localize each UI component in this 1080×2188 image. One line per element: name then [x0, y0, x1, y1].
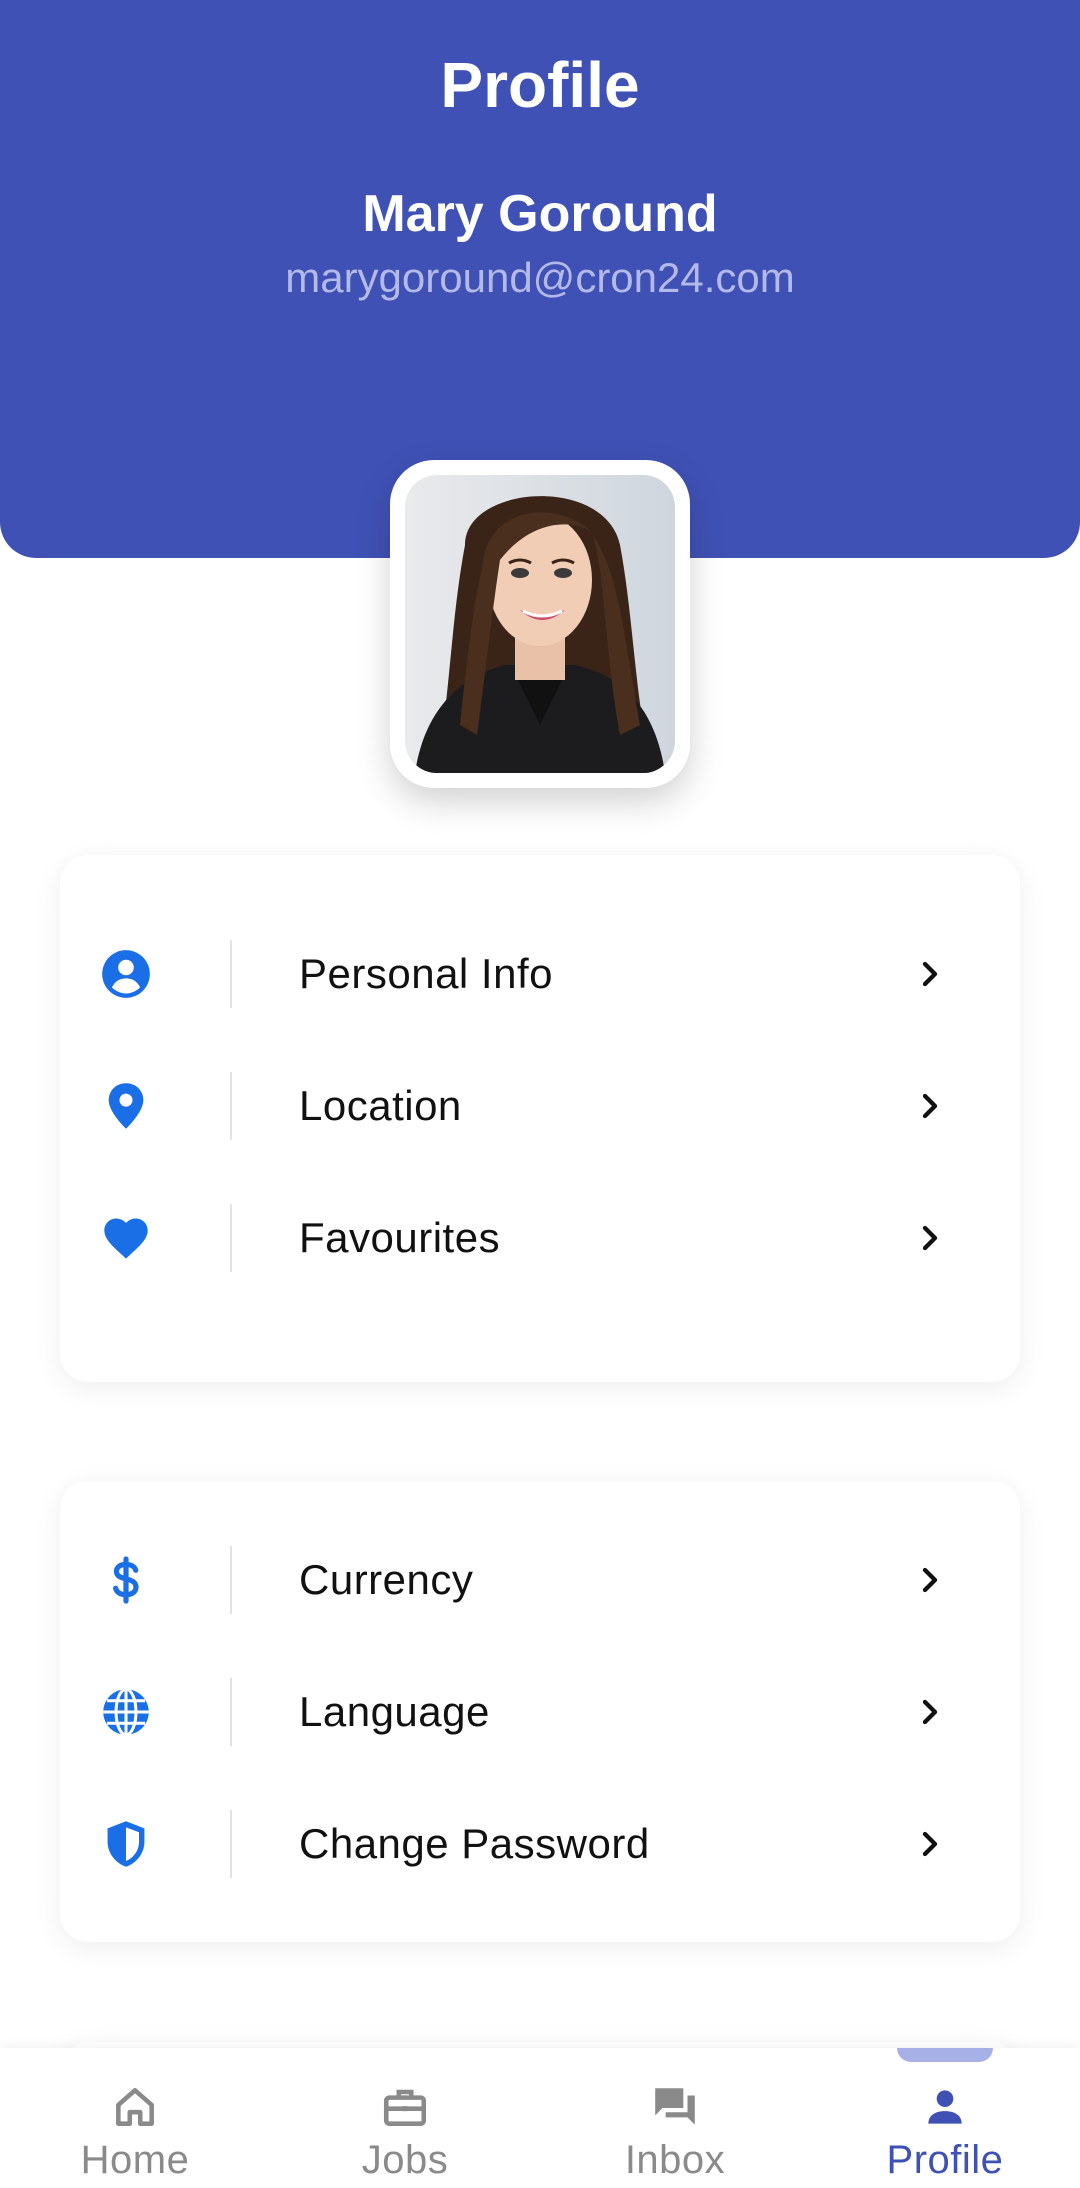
menu-card-2: Currency Language Change Password: [60, 1481, 1020, 1942]
chevron-right-icon: [922, 1225, 938, 1251]
nav-jobs[interactable]: Jobs: [270, 2048, 540, 2188]
menu-item-change-password[interactable]: Change Password: [60, 1778, 1020, 1910]
avatar-frame[interactable]: [390, 460, 690, 788]
nav-label: Profile: [886, 2138, 1004, 2182]
heart-icon: [104, 1218, 148, 1259]
shield-icon: [107, 1821, 145, 1867]
menu-item-label: Favourites: [299, 1214, 501, 1261]
nav-profile[interactable]: Profile: [810, 2048, 1080, 2188]
row-divider: [230, 1072, 232, 1140]
menu-card-1: Personal Info Location Favourites: [60, 855, 1020, 1382]
nav-home[interactable]: Home: [0, 2048, 270, 2188]
menu-item-label: Change Password: [299, 1820, 650, 1867]
briefcase-icon: [383, 2089, 427, 2126]
chevron-right-icon: [922, 1831, 938, 1857]
menu-item-label: Location: [299, 1082, 462, 1129]
menu-item-label: Currency: [299, 1556, 474, 1603]
chevron-right-icon: [922, 961, 938, 987]
menu-item-label: Personal Info: [299, 950, 553, 997]
nav-label: Home: [80, 2138, 190, 2182]
location-pin-icon: [108, 1083, 144, 1129]
account-circle-icon: [102, 950, 150, 998]
row-divider: [230, 1204, 232, 1272]
menu-item-language[interactable]: Language: [60, 1646, 1020, 1778]
user-email: marygoround@cron24.com: [285, 254, 795, 301]
chevron-right-icon: [922, 1699, 938, 1725]
menu-item-personal-info[interactable]: Personal Info: [60, 908, 1020, 1040]
nav-label: Jobs: [361, 2138, 449, 2182]
avatar: [405, 475, 675, 773]
chevron-right-icon: [922, 1093, 938, 1119]
menu-item-location[interactable]: Location: [60, 1040, 1020, 1172]
chat-icon: [655, 2088, 695, 2125]
bottom-nav: Home Jobs Inbox Profile: [0, 2048, 1080, 2188]
person-icon: [928, 2090, 962, 2124]
dollar-icon: [113, 1556, 139, 1604]
menu-item-currency[interactable]: Currency: [60, 1514, 1020, 1646]
row-divider: [230, 1678, 232, 1746]
globe-icon: [103, 1687, 149, 1737]
row-divider: [230, 940, 232, 1008]
nav-label: Inbox: [624, 2138, 726, 2182]
home-icon: [116, 2088, 154, 2126]
menu-item-favourites[interactable]: Favourites: [60, 1172, 1020, 1304]
nav-inbox[interactable]: Inbox: [540, 2048, 810, 2188]
row-divider: [230, 1810, 232, 1878]
menu-item-label: Language: [299, 1688, 490, 1735]
user-name: Mary Goround: [362, 185, 718, 243]
row-divider: [230, 1546, 232, 1614]
chevron-right-icon: [922, 1567, 938, 1593]
page-title: Profile: [440, 49, 640, 121]
